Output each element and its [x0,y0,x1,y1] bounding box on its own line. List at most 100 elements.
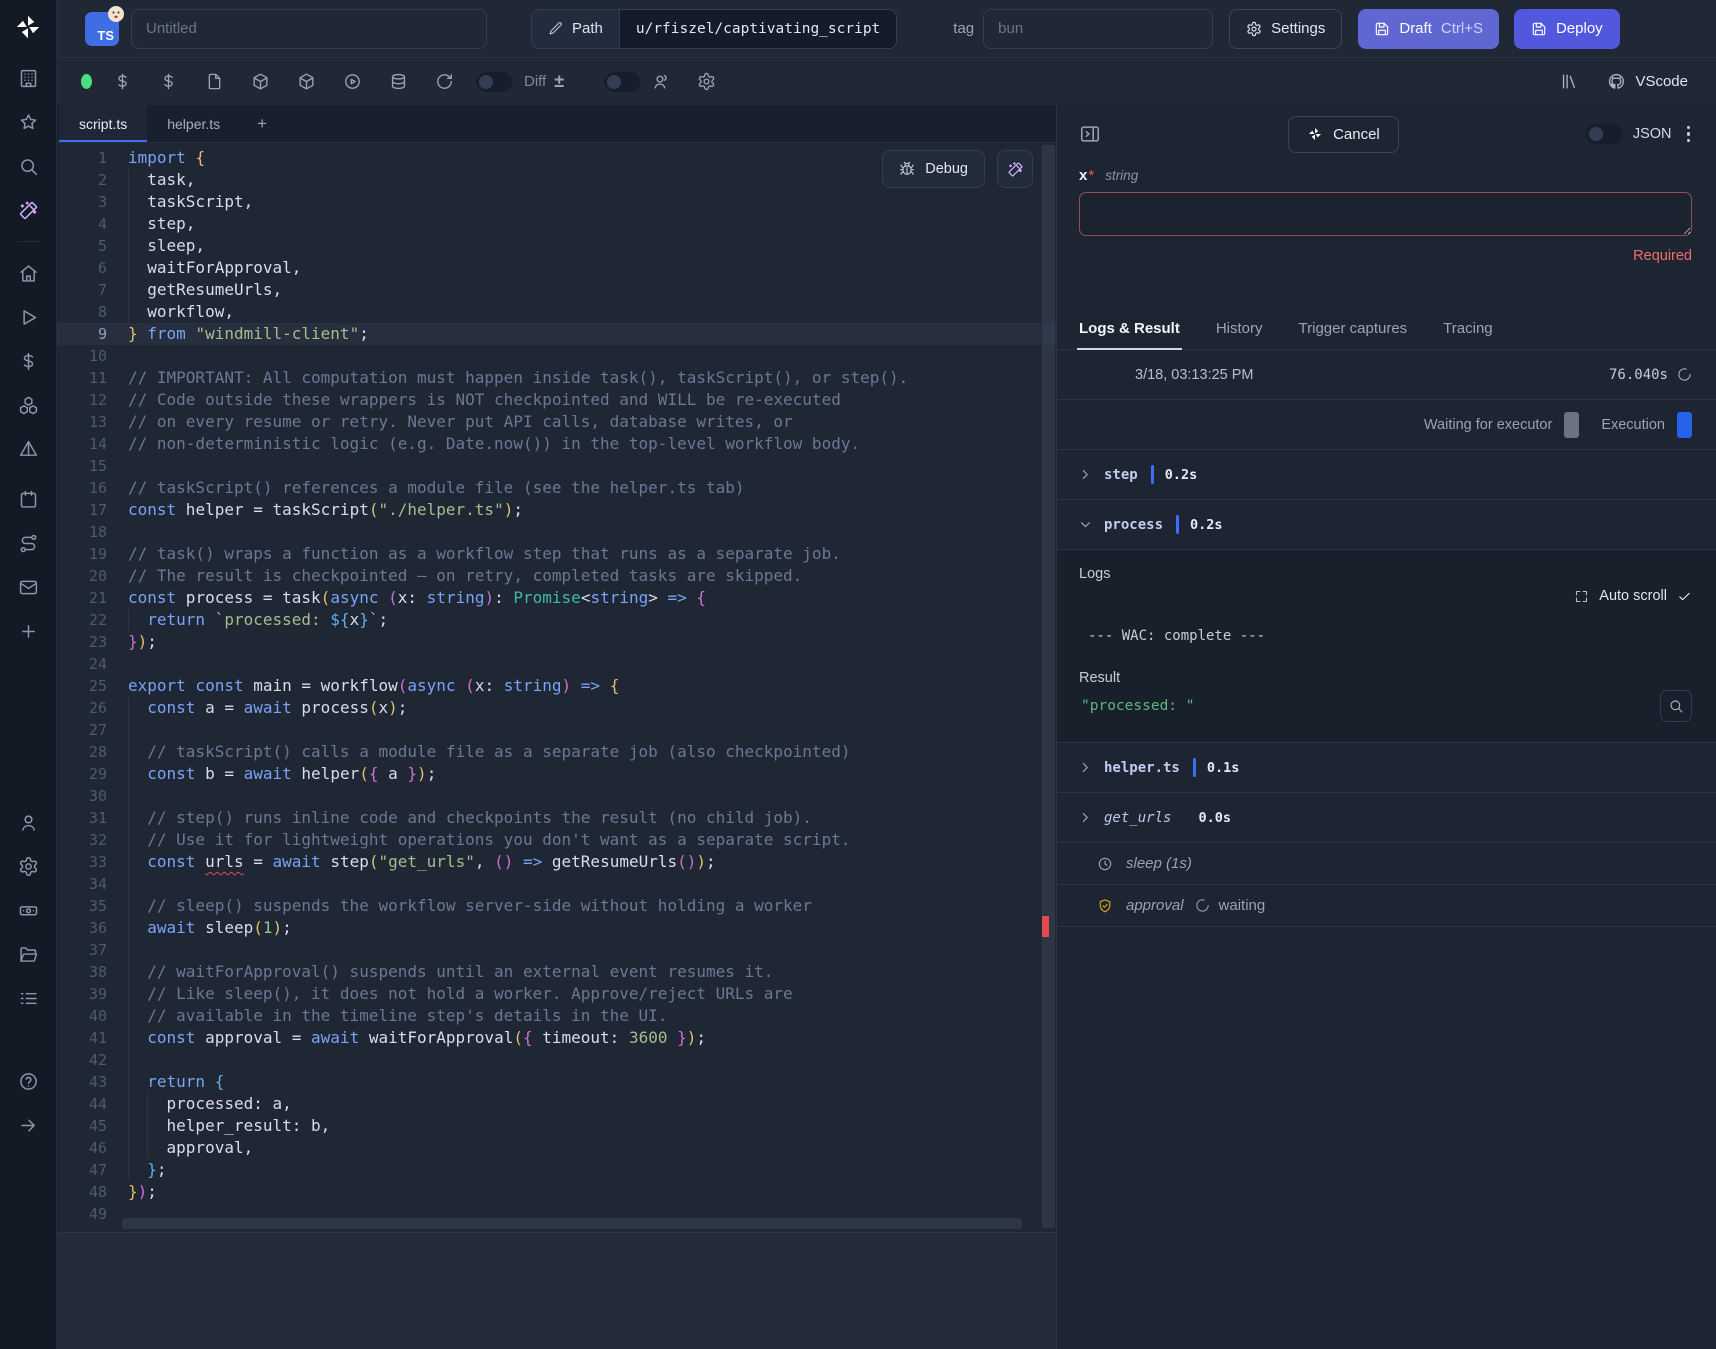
code-line-28: 28 // taskScript() calls a module file a… [57,741,1056,763]
plus-minus-icon[interactable]: ± [554,71,564,92]
run-legend: Waiting for executor Execution [1057,400,1716,450]
line-number: 16 [57,477,107,499]
sidebar-group [18,68,39,221]
circle-play-icon[interactable] [343,72,362,91]
json-toggle[interactable] [1586,124,1622,144]
panel-tab-tracing[interactable]: Tracing [1443,308,1492,349]
clock-icon [1097,856,1113,872]
line-number: 42 [57,1049,107,1071]
sidebar-item-runs[interactable] [18,307,39,328]
code-line-43: 43 return { [57,1071,1056,1093]
boxes-icon [18,395,39,416]
windmill-logo-icon[interactable] [13,12,43,42]
timeline-step-step[interactable]: step0.2s [1057,450,1716,500]
auto-scroll-toggle[interactable]: Auto scroll [1079,588,1692,604]
dollar-icon[interactable] [159,72,178,91]
code-editor[interactable]: 1import {2 task,3 taskScript,4 step,5 sl… [57,143,1056,1232]
sidebar-group [18,1071,39,1136]
sidebar-item-home[interactable] [18,263,39,284]
edit-path-button[interactable]: Path [532,10,619,48]
line-number: 27 [57,719,107,741]
code-line-46: 46 approval, [57,1137,1056,1159]
users-icon[interactable] [652,72,671,91]
debug-button-label: Debug [925,161,968,177]
package-icon[interactable] [251,72,270,91]
dollar-icon [18,351,39,372]
panel-tabs: Logs & Result History Trigger captures Trac… [1057,308,1716,350]
sidebar-item-favorites[interactable] [18,112,39,133]
line-number: 43 [57,1071,107,1093]
editor-horizontal-scrollbar[interactable] [122,1218,1022,1229]
sidebar-item-ai[interactable] [18,200,39,221]
panel-tab-trigger-captures[interactable]: Trigger captures [1299,308,1408,349]
panel-collapse-icon[interactable] [1079,123,1101,145]
multiplayer-toggle[interactable] [604,72,640,92]
inspect-result-button[interactable] [1660,690,1692,722]
user-icon [18,812,39,833]
script-path-value[interactable]: u/rfiszel/captivating_script [619,10,896,48]
draft-button-label: Draft [1399,20,1432,37]
new-tab-button[interactable]: + [240,105,284,142]
line-number: 4 [57,213,107,235]
sidebar-item-expand-sidebar[interactable] [18,1115,39,1136]
line-number: 15 [57,455,107,477]
line-number: 35 [57,895,107,917]
sidebar-item-assets[interactable] [18,439,39,460]
field-x-input[interactable] [1079,192,1692,236]
line-number: 23 [57,631,107,653]
sidebar-item-workspace[interactable] [18,68,39,89]
sidebar-item-resources[interactable] [18,395,39,416]
settings-button[interactable]: Settings [1229,9,1342,49]
panel-tab-history[interactable]: History [1216,308,1263,349]
editor-vertical-scrollbar[interactable] [1042,145,1055,1228]
draft-button[interactable]: Draft Ctrl+S [1358,9,1499,49]
deploy-button[interactable]: Deploy [1514,9,1620,49]
sidebar-item-settings[interactable] [18,856,39,877]
code-line-36: 36 await sleep(1); [57,917,1056,939]
chevron-right-icon [1077,809,1094,826]
tab-script.ts[interactable]: script.ts [59,105,147,142]
sidebar-item-workers[interactable] [18,900,39,921]
bug-icon [899,161,915,177]
diff-toggle[interactable] [476,72,512,92]
sidebar-item-variables[interactable] [18,351,39,372]
cancel-button[interactable]: Cancel [1288,116,1399,153]
database-icon[interactable] [389,72,408,91]
tag-input[interactable] [983,9,1213,49]
kebab-menu-icon[interactable] [1683,122,1695,147]
timeline-sub-approval[interactable]: approvalwaiting [1057,885,1716,927]
timeline-sub-sleep-1s-[interactable]: sleep (1s) [1057,843,1716,885]
tab-helper.ts[interactable]: helper.ts [147,105,240,142]
debug-button[interactable]: Debug [882,150,985,188]
timeline-step-helper-ts[interactable]: helper.ts0.1s [1057,743,1716,793]
sidebar-item-schedules[interactable] [18,489,39,510]
panel-tab-logs-result[interactable]: Logs & Result [1079,308,1180,349]
sidebar-item-messages[interactable] [18,577,39,598]
home-icon [18,263,39,284]
sidebar-item-search[interactable] [18,156,39,177]
timeline-step-process[interactable]: process0.2s [1057,500,1716,550]
timeline-step-get-urls[interactable]: get_urls0.0s [1057,793,1716,843]
rotate-cw-icon[interactable] [435,72,454,91]
code-line-47: 47 }; [57,1159,1056,1181]
ai-wand-button[interactable] [997,150,1033,188]
sidebar-item-folders[interactable] [18,944,39,965]
line-number: 29 [57,763,107,785]
package-icon[interactable] [297,72,316,91]
line-number: 30 [57,785,107,807]
gear-icon[interactable] [697,72,716,91]
line-number: 21 [57,587,107,609]
sidebar-item-audit-logs[interactable] [18,988,39,1009]
step-label: process [1104,517,1163,533]
sidebar-item-triggers[interactable] [18,533,39,554]
sidebar-item-help[interactable] [18,1071,39,1092]
file-icon[interactable] [205,72,224,91]
sidebar-nav [18,68,39,1136]
code-line-44: 44 processed: a, [57,1093,1056,1115]
sidebar-item-create[interactable] [18,621,39,642]
sidebar-item-account[interactable] [18,812,39,833]
script-title-input[interactable] [131,9,487,49]
dollar-icon[interactable] [113,72,132,91]
library-icon[interactable] [1560,72,1579,91]
vscode-button[interactable]: VScode [1607,72,1688,91]
